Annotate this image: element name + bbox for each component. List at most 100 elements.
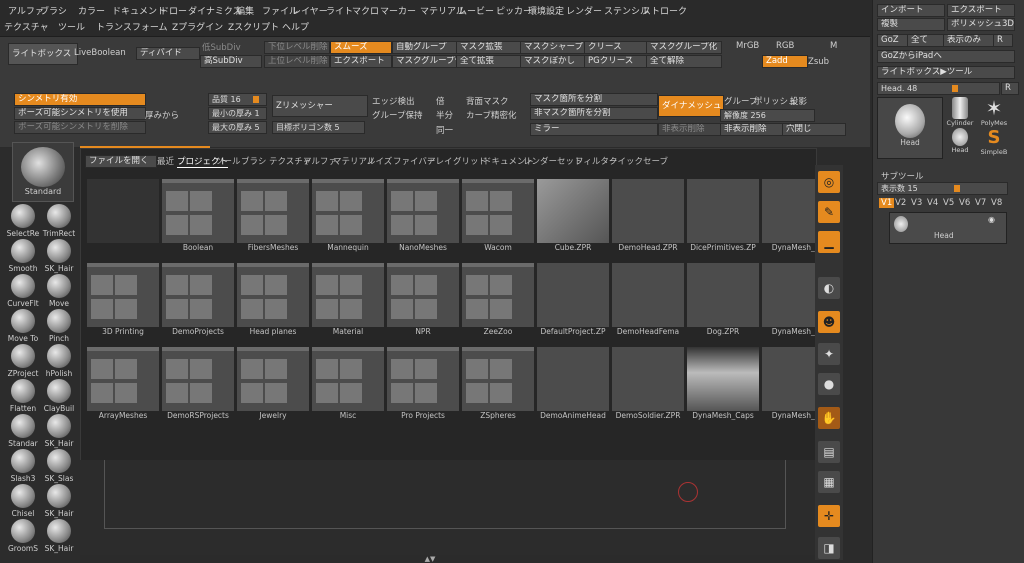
split-masked-button[interactable]: マスク箇所を分割 (530, 93, 658, 106)
menu-item[interactable]: ドキュメント (112, 4, 166, 17)
project-button[interactable]: 投影 (790, 95, 807, 107)
edit-icon[interactable]: ✎ (818, 201, 840, 223)
lightbox-tile[interactable]: ArrayMeshes (87, 347, 159, 421)
lightbox-tile[interactable]: DemoRSProjects (162, 347, 234, 421)
symmetry-enable-button[interactable]: シンメトリ有効 (14, 93, 146, 106)
version-button[interactable]: V5 (943, 198, 954, 208)
rgb-button[interactable]: RGB (776, 41, 794, 51)
lightbox-tile[interactable]: DicePrimitives.ZP (687, 179, 759, 253)
lightbox-button[interactable]: ライトボックス (8, 43, 78, 65)
menu-item[interactable]: レンダー (566, 4, 602, 17)
target-polygon-slider[interactable]: 目標ポリゴン数 5 (272, 121, 365, 134)
lightbox-tab[interactable]: アルファ (303, 155, 337, 167)
brush-item[interactable]: SK_Hair (42, 484, 76, 518)
edge-detect-button[interactable]: エッジ検出 (372, 95, 415, 107)
brush-item[interactable]: Chisel (6, 484, 40, 518)
brush-item[interactable]: Move (42, 274, 76, 308)
mask-group-to-button[interactable]: マスクグループ化 (646, 41, 722, 54)
move2-icon[interactable]: ◨ (818, 537, 840, 559)
lightbox-tile[interactable]: Cube.ZPR (537, 179, 609, 253)
eye-icon[interactable]: ◉ (988, 215, 995, 224)
zsub-button[interactable]: Zsub (808, 57, 829, 67)
brush-item[interactable]: Flatten (6, 379, 40, 413)
subtool-item[interactable]: Head ◉ (889, 212, 1007, 244)
brush-item[interactable]: SelectRe (6, 204, 40, 238)
expand-all-button[interactable]: 全て拡張 (456, 55, 524, 68)
lightbox-tool-button[interactable]: ライトボックス▶ツール (877, 66, 1015, 79)
mask-group-button[interactable]: マスクグループ化 (392, 55, 460, 68)
brush-item[interactable]: Move To (6, 309, 40, 343)
version-button[interactable]: V6 (959, 198, 970, 208)
viewport-canvas[interactable] (80, 460, 815, 555)
zremesher-button[interactable]: Zリメッシャー (272, 95, 368, 117)
brush-item[interactable]: SK_Hair (42, 239, 76, 273)
version-button[interactable]: V7 (975, 198, 986, 208)
floor-icon[interactable]: ◎ (818, 171, 840, 193)
menu-item[interactable]: ストローク (642, 4, 687, 17)
menu-item[interactable]: 環境設定 (528, 4, 564, 17)
zadd-button[interactable]: Zadd (762, 55, 808, 68)
brush-item[interactable]: ClayBuil (42, 379, 76, 413)
lightbox-tile[interactable]: DemoAnimeHead (537, 347, 609, 421)
open-file-button[interactable]: ファイルを開く (85, 155, 157, 168)
lightbox-tile[interactable]: DemoHeadFema (612, 263, 684, 337)
current-brush-thumb[interactable]: Standard (12, 142, 74, 202)
lightbox-tab[interactable]: グリッド (453, 155, 487, 167)
groups-button[interactable]: グループ (724, 95, 758, 107)
lightbox-tile[interactable]: DemoProjects (162, 263, 234, 337)
menu-item[interactable]: ブラシ (40, 4, 67, 17)
brush-item[interactable]: Standar (6, 414, 40, 448)
menu-item[interactable]: ドロー (160, 4, 187, 17)
lightbox-tile[interactable] (87, 179, 159, 253)
lightbox-tile[interactable]: Jewelry (237, 347, 309, 421)
mirror-button[interactable]: ミラー (530, 123, 658, 136)
transparent-icon[interactable]: ✋ (818, 407, 840, 429)
close-holes-button[interactable]: 穴閉じ (782, 123, 846, 136)
higher-level-delete-button[interactable]: 上位レベル削除 (264, 55, 330, 68)
head-slider[interactable]: Head. 48 (877, 82, 1000, 95)
lightbox-tile[interactable]: Dog.ZPR (687, 263, 759, 337)
lightbox-tab[interactable]: ツール (215, 155, 241, 167)
lightbox-tile[interactable]: ZSpheres (462, 347, 534, 421)
menu-item[interactable]: アルファ (8, 4, 44, 17)
tool-thumb-polymesh[interactable]: ✶ PolyMes (977, 97, 1011, 129)
linefill-icon[interactable]: ▦ (818, 471, 840, 493)
menu-item[interactable]: Zプラグイン (172, 20, 223, 33)
split-unmasked-button[interactable]: 非マスク箇所を分割 (530, 107, 658, 120)
delete-hidden-button[interactable]: 非表示削除 (720, 123, 784, 136)
menu-item[interactable]: ヘルプ (282, 20, 309, 33)
goz-ipad-button[interactable]: GoZからiPadへ (877, 50, 1015, 63)
mask-blur-button[interactable]: マスクぼかし (520, 55, 588, 68)
lightbox-tab[interactable]: クイックセーブ (609, 155, 668, 167)
use-pose-symmetry-button[interactable]: ポーズ可能シンメトリを使用 (14, 107, 146, 120)
r-button[interactable]: R (993, 34, 1013, 47)
main-tool-thumb[interactable]: Head (877, 97, 943, 159)
lightbox-tile[interactable]: Misc (312, 347, 384, 421)
version-button[interactable]: V8 (991, 198, 1002, 208)
brush-item[interactable]: TrimRect (42, 204, 76, 238)
auto-group-button[interactable]: 自動グループ (392, 41, 460, 54)
brush-item[interactable]: Smooth (6, 239, 40, 273)
visible-count-slider[interactable]: 表示数 15 (877, 182, 1008, 195)
liveboolean-button[interactable]: LiveBoolean (74, 48, 126, 58)
lightbox-tile[interactable]: Head planes (237, 263, 309, 337)
import-button[interactable]: インポート (877, 4, 945, 17)
menu-item[interactable]: レイヤー (292, 4, 328, 17)
tool-export-button[interactable]: エクスポート (947, 4, 1015, 17)
tool-thumb-simplebrush[interactable]: S SimpleB (977, 128, 1011, 160)
lightbox-tile[interactable]: ZeeZoo (462, 263, 534, 337)
menu-item[interactable]: ダイナミクス (188, 4, 242, 17)
attention-icon[interactable]: ◐ (818, 277, 840, 299)
menu-item[interactable]: ピッカー (496, 4, 532, 17)
brush-item[interactable]: Pinch (42, 309, 76, 343)
version-button[interactable]: V1 (879, 198, 895, 208)
head-r-button[interactable]: R (1001, 82, 1019, 95)
brush-icon[interactable]: ▁ (818, 231, 840, 253)
menu-item[interactable]: マクロ (352, 4, 379, 17)
lightbox-tile[interactable]: Material (312, 263, 384, 337)
lightbox-tile[interactable]: FibersMeshes (237, 179, 309, 253)
lower-level-delete-button[interactable]: 下位レベル削除 (264, 41, 330, 54)
mask-sharpen-button[interactable]: マスクシャープ (520, 41, 588, 54)
brush-item[interactable]: SK_Hair (42, 519, 76, 553)
m-button[interactable]: M (830, 41, 837, 51)
